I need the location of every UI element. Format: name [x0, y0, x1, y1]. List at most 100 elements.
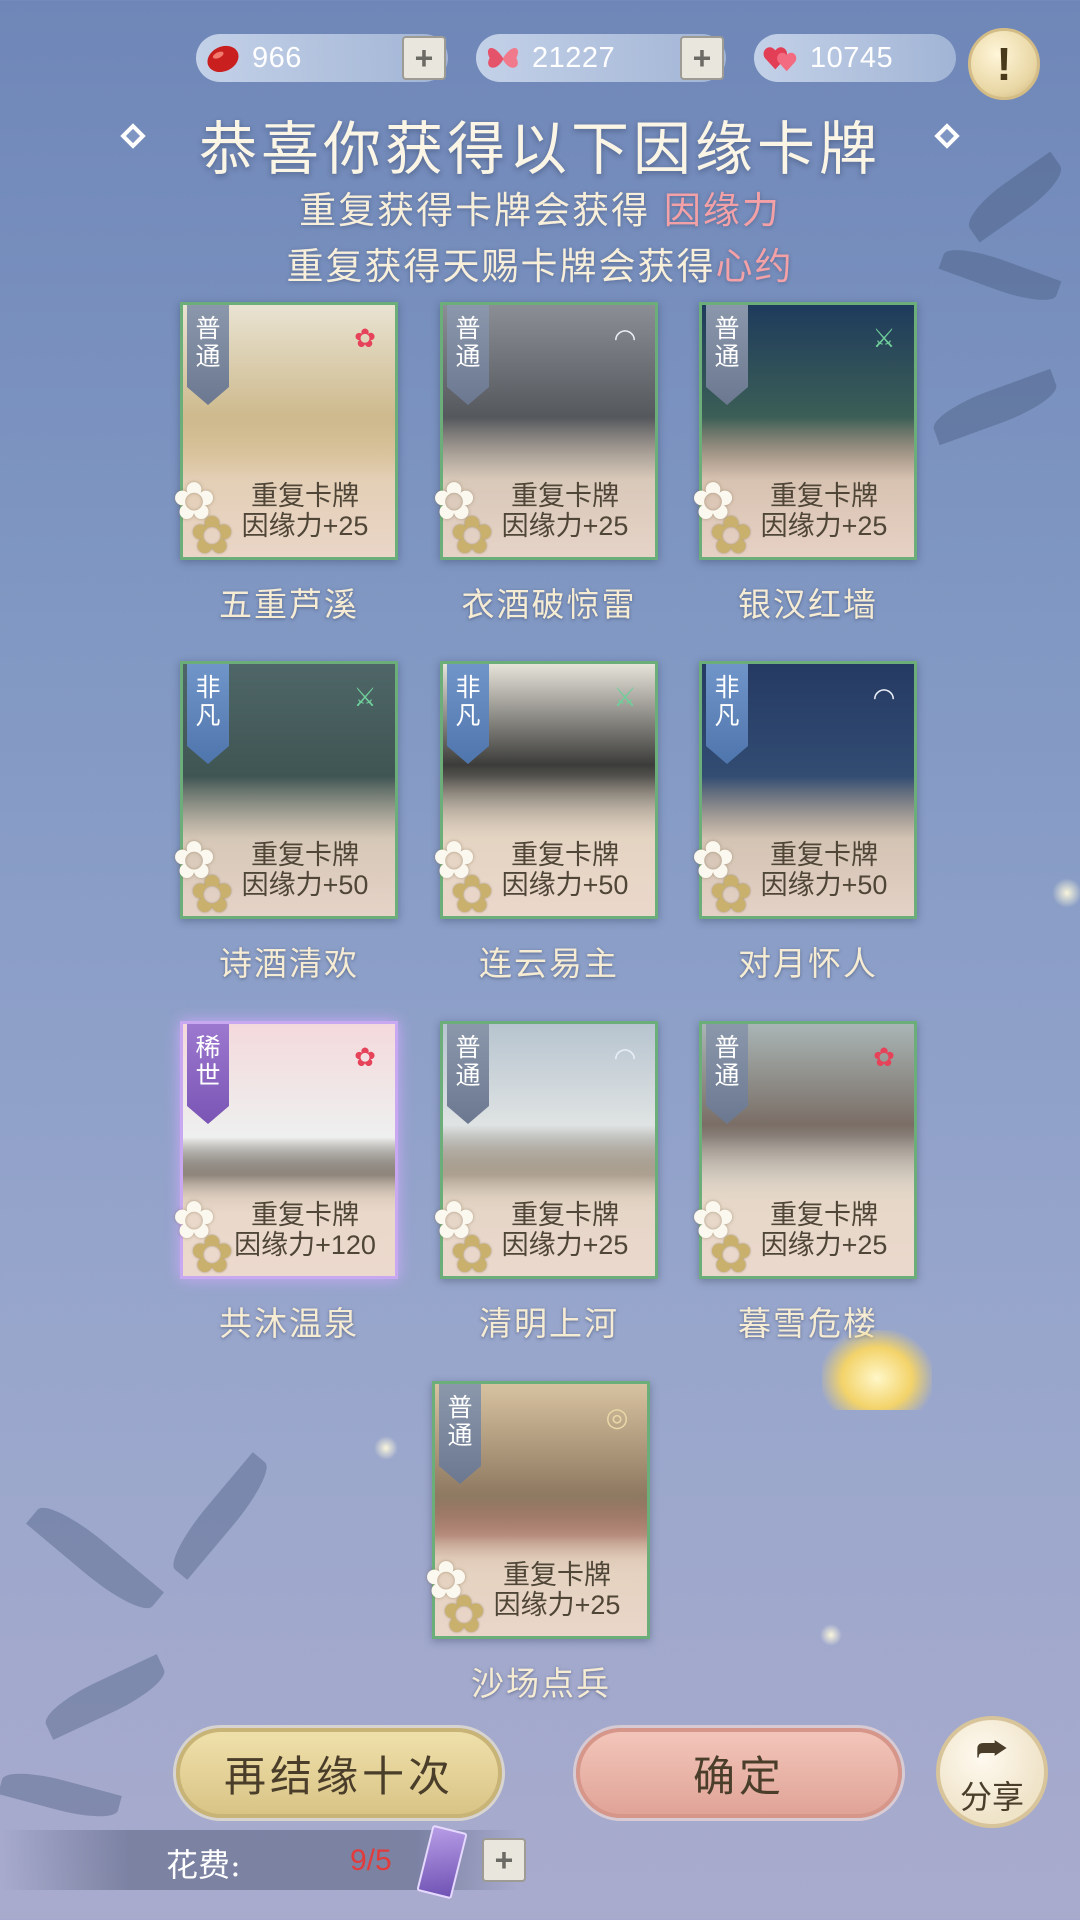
duplicate-label: 重复卡牌	[511, 840, 619, 870]
info-line-2-highlight: 心约	[715, 245, 794, 288]
card-name: 连云易主	[479, 944, 619, 983]
rarity-char: 通	[195, 342, 221, 371]
rarity-char: 凡	[714, 701, 740, 730]
card-name: 五重芦溪	[219, 585, 359, 624]
info-line-1: 重复获得卡牌会获得 因缘力	[0, 180, 1080, 234]
info-line-1-text: 重复获得卡牌会获得	[299, 189, 651, 232]
rarity-ribbon: 普通	[706, 305, 748, 405]
ticket-plus-button[interactable]: +	[482, 1838, 526, 1882]
plum-blossom-icon: ✿	[354, 324, 376, 354]
fan-icon: ◠	[613, 324, 637, 354]
rarity-char: 通	[447, 1421, 473, 1450]
duplicate-info: 重复卡牌 因缘力+25	[467, 1560, 647, 1620]
rarity-char: 通	[714, 1061, 740, 1090]
duplicate-reward: 因缘力+25	[501, 1230, 629, 1260]
duplicate-reward: 因缘力+50	[241, 870, 369, 900]
duplicate-label: 重复卡牌	[251, 840, 359, 870]
duplicate-info: 重复卡牌 因缘力+50	[215, 840, 395, 900]
rarity-char: 通	[455, 1061, 481, 1090]
cost-label: 花费:	[166, 1846, 241, 1884]
rarity-char: 凡	[455, 701, 481, 730]
rarity-char: 世	[195, 1061, 221, 1090]
rarity-char: 凡	[195, 701, 221, 730]
draw-again-button[interactable]: 再结缘十次	[176, 1728, 502, 1818]
card-name: 诗酒清欢	[219, 944, 359, 983]
share-icon: ⮫	[976, 1730, 1008, 1770]
duplicate-label: 重复卡牌	[503, 1560, 611, 1590]
duplicate-reward: 因缘力+25	[493, 1590, 621, 1620]
rarity-ribbon: 非凡	[706, 664, 748, 764]
duplicate-label: 重复卡牌	[511, 481, 619, 511]
red-bean-plus-button[interactable]: +	[402, 36, 446, 80]
fan-icon: ◠	[872, 683, 896, 713]
gold-flower-icon: ✿	[450, 506, 494, 566]
duplicate-reward: 因缘力+25	[501, 511, 629, 541]
info-line-2: 重复获得天赐卡牌会获得心约	[0, 236, 1080, 290]
sparkle	[1052, 878, 1080, 908]
butterfly-plus-button[interactable]: +	[680, 36, 724, 80]
duplicate-label: 重复卡牌	[770, 1200, 878, 1230]
rarity-char: 普	[447, 1393, 473, 1422]
duplicate-info: 重复卡牌 因缘力+25	[475, 481, 655, 541]
gold-flower-icon: ✿	[450, 865, 494, 925]
duplicate-reward: 因缘力+120	[234, 1230, 376, 1260]
sword-icon: ⚔	[353, 683, 377, 713]
red-bean-icon	[207, 45, 239, 73]
duplicate-label: 重复卡牌	[251, 481, 359, 511]
confirm-button[interactable]: 确定	[576, 1728, 902, 1818]
rarity-ribbon: 普通	[447, 305, 489, 405]
butterfly-value: 21227	[532, 42, 616, 74]
duplicate-reward: 因缘力+25	[760, 511, 888, 541]
hearts-icon	[763, 47, 797, 72]
bamboo-leaf-decoration	[162, 1452, 278, 1580]
gold-flower-icon: ✿	[450, 1225, 494, 1285]
bamboo-leaf-decoration	[0, 1764, 122, 1826]
card-name: 沙场点兵	[471, 1664, 611, 1703]
rarity-ribbon: 普通	[447, 1024, 489, 1124]
gold-flower-icon: ✿	[190, 865, 234, 925]
sword-icon: ⚔	[613, 683, 637, 713]
shield-icon: ◎	[605, 1403, 629, 1433]
info-line-2-text: 重复获得天赐卡牌会获得	[286, 245, 716, 288]
duplicate-label: 重复卡牌	[770, 840, 878, 870]
duplicate-label: 重复卡牌	[511, 1200, 619, 1230]
cost-amount: 9/5	[350, 1844, 392, 1877]
rarity-char: 通	[455, 342, 481, 371]
bamboo-leaf-decoration	[38, 1654, 172, 1740]
rarity-char: 普	[195, 314, 221, 343]
gold-flower-icon: ✿	[709, 506, 753, 566]
gold-flower-icon: ✿	[709, 865, 753, 925]
duplicate-info: 重复卡牌 因缘力+120	[215, 1200, 395, 1260]
rarity-char: 通	[714, 342, 740, 371]
golden-lotus-icon	[822, 1330, 932, 1410]
bamboo-leaf-decoration	[928, 368, 1062, 446]
duplicate-reward: 因缘力+25	[241, 511, 369, 541]
rarity-char: 普	[455, 314, 481, 343]
duplicate-label: 重复卡牌	[251, 1200, 359, 1230]
plum-blossom-icon: ✿	[873, 1043, 895, 1073]
rarity-char: 普	[455, 1033, 481, 1062]
card-name: 银汉红墙	[738, 585, 878, 624]
gold-flower-icon: ✿	[709, 1225, 753, 1285]
rarity-ribbon: 非凡	[447, 664, 489, 764]
share-button[interactable]: ⮫ 分享	[936, 1716, 1048, 1828]
hearts-counter: 10745	[754, 34, 956, 82]
duplicate-info: 重复卡牌 因缘力+25	[215, 481, 395, 541]
card-name: 清明上河	[479, 1304, 619, 1343]
rarity-char: 非	[714, 673, 740, 702]
page-title: 恭喜你获得以下因缘卡牌	[198, 115, 881, 183]
duplicate-info: 重复卡牌 因缘力+50	[475, 840, 655, 900]
duplicate-info: 重复卡牌 因缘力+25	[734, 1200, 914, 1260]
butterfly-icon	[487, 47, 519, 68]
rarity-ribbon: 非凡	[187, 664, 229, 764]
rarity-char: 非	[455, 673, 481, 702]
sparkle	[820, 1624, 842, 1646]
sparkle	[374, 1436, 398, 1460]
gold-flower-icon: ✿	[190, 1225, 234, 1285]
duplicate-label: 重复卡牌	[770, 481, 878, 511]
bamboo-leaf-decoration	[25, 1496, 165, 1620]
info-line-1-highlight: 因缘力	[663, 189, 781, 232]
alert-icon[interactable]: !	[968, 28, 1040, 100]
rarity-char: 稀	[195, 1033, 221, 1062]
resource-bar: 966 + 21227 + 10745 !	[0, 28, 1080, 100]
